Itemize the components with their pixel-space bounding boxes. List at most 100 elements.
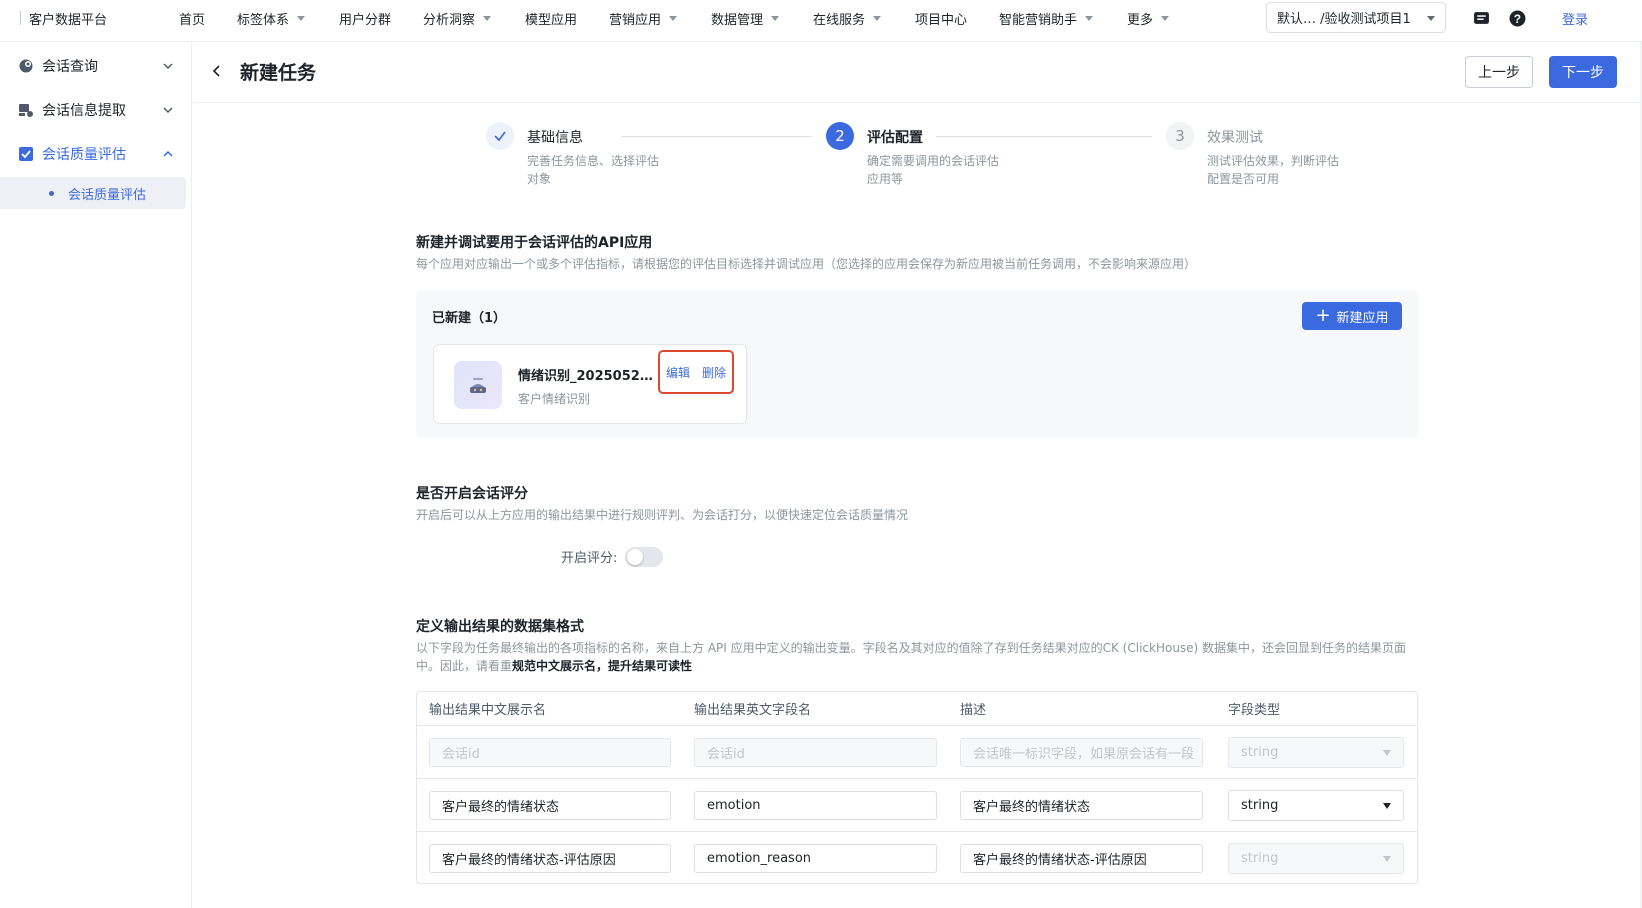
- message-icon[interactable]: [1473, 10, 1490, 27]
- caret-down-icon: [1383, 856, 1391, 862]
- page-header: 新建任务 上一步 下一步: [193, 42, 1642, 103]
- format-section-title: 定义输出结果的数据集格式: [416, 619, 584, 635]
- nav-item-data-mgmt[interactable]: 数据管理: [711, 0, 780, 36]
- score-toggle[interactable]: [625, 547, 663, 567]
- step-2-title: 评估配置: [867, 130, 923, 146]
- desc-field[interactable]: 客户最终的情绪状态-评估原因: [960, 844, 1203, 873]
- sidebar-subitem-quality-eval[interactable]: 会话质量评估: [0, 177, 186, 209]
- chevron-down-icon: [1427, 16, 1435, 21]
- format-desc-line1: 以下字段为任务最终输出的各项指标的名称，来自上方 API 应用中定义的输出变量。…: [416, 641, 1407, 655]
- table-row: 客户最终的情绪状态-评估原因 emotion_reason 客户最终的情绪状态-…: [417, 831, 1417, 884]
- sidebar-item-label: 会话信息提取: [42, 103, 126, 119]
- project-select[interactable]: 默认… /验收测试项目1: [1266, 2, 1446, 33]
- type-select: string: [1228, 843, 1404, 874]
- sidebar-item-quality-eval[interactable]: 会话质量评估: [0, 134, 186, 174]
- chevron-up-icon: [163, 150, 173, 157]
- chevron-down-icon: [873, 15, 882, 21]
- step-3-number: 3: [1166, 122, 1194, 150]
- extract-icon: [19, 104, 33, 117]
- step-3-title: 效果测试: [1207, 130, 1263, 146]
- en-name-field: 会话id: [694, 738, 937, 767]
- desc-field[interactable]: 客户最终的情绪状态: [960, 791, 1203, 820]
- cn-name-field[interactable]: 客户最终的情绪状态-评估原因: [429, 844, 671, 873]
- score-toggle-label: 开启评分:: [561, 551, 618, 566]
- en-name-field[interactable]: emotion: [694, 791, 937, 820]
- sidebar-item-info-extract[interactable]: 会话信息提取: [0, 90, 186, 130]
- type-select: string: [1228, 737, 1404, 768]
- chevron-down-icon: [297, 15, 306, 21]
- sidebar-item-chat-query[interactable]: 会话查询: [0, 46, 186, 86]
- type-select-value: string: [1241, 798, 1279, 813]
- delete-app-link[interactable]: 删除: [702, 364, 726, 381]
- format-section-desc: 以下字段为任务最终输出的各项指标的名称，来自上方 API 应用中定义的输出变量。…: [416, 639, 1418, 675]
- plus-icon: +: [1315, 305, 1331, 326]
- chat-query-icon: [19, 59, 33, 73]
- sidebar-item-label: 会话质量评估: [42, 147, 126, 163]
- nav-item-home[interactable]: 首页: [179, 0, 205, 36]
- format-desc-emphasis: 规范中文展示名，提升结果可读性: [512, 659, 693, 673]
- nav-item-insights[interactable]: 分析洞察: [423, 0, 492, 36]
- desc-field: 会话唯一标识字段，如果原会话有一段: [960, 738, 1203, 767]
- app-card[interactable]: 情绪识别_20250526_… 客户情绪识别 编辑 删除: [433, 344, 747, 424]
- help-icon[interactable]: ?: [1509, 10, 1526, 27]
- edit-app-link[interactable]: 编辑: [666, 364, 690, 381]
- bullet-dot: [49, 191, 54, 196]
- nav-item-tags[interactable]: 标签体系: [237, 0, 306, 36]
- created-apps-panel: 已新建（1） + 新建应用 情绪识别_20250526_… 客户情绪识别 编辑 …: [416, 290, 1418, 438]
- top-navbar: 客户数据平台 首页 标签体系 用户分群 分析洞察 模型应用 营销应用 数据管理 …: [0, 0, 1642, 42]
- back-arrow-icon[interactable]: [211, 64, 223, 78]
- score-section-title: 是否开启会话评分: [416, 486, 528, 502]
- nav-item-online-service[interactable]: 在线服务: [813, 0, 882, 36]
- project-select-value: 默认… /验收测试项目1: [1277, 12, 1411, 27]
- table-row: 客户最终的情绪状态 emotion 客户最终的情绪状态 string: [417, 778, 1417, 831]
- sidebar-item-label: 会话查询: [42, 59, 98, 75]
- api-section-title: 新建并调试要用于会话评估的API应用: [416, 235, 653, 251]
- step-connector: [936, 136, 1152, 137]
- nav-item-segments[interactable]: 用户分群: [339, 0, 391, 36]
- nav-item-models[interactable]: 模型应用: [525, 0, 577, 36]
- column-header: 输出结果英文字段名: [694, 703, 812, 718]
- column-header: 字段类型: [1228, 703, 1281, 718]
- chevron-down-icon: [771, 15, 780, 21]
- column-header: 输出结果中文展示名: [429, 703, 547, 718]
- new-app-button[interactable]: + 新建应用: [1302, 302, 1402, 330]
- quality-check-icon: [19, 147, 33, 161]
- cn-name-field: 会话id: [429, 738, 671, 767]
- en-name-field[interactable]: emotion_reason: [694, 844, 937, 873]
- brand-name[interactable]: 客户数据平台: [20, 0, 107, 36]
- prev-step-button[interactable]: 上一步: [1465, 56, 1533, 88]
- chevron-down-icon: [669, 15, 678, 21]
- app-actions-highlight: 编辑 删除: [658, 350, 734, 394]
- nav-item-marketing[interactable]: 营销应用: [609, 0, 678, 36]
- step-1-title: 基础信息: [527, 130, 583, 146]
- app-subtitle: 客户情绪识别: [518, 392, 591, 406]
- cn-name-field[interactable]: 客户最终的情绪状态: [429, 791, 671, 820]
- type-select[interactable]: string: [1228, 790, 1404, 821]
- chevron-down-icon: [163, 107, 173, 114]
- new-app-label: 新建应用: [1336, 310, 1389, 326]
- svg-text:?: ?: [1514, 13, 1521, 26]
- output-fields-table: 输出结果中文展示名 输出结果英文字段名 描述 字段类型 会话id 会话id 会话…: [416, 691, 1418, 884]
- nav-item-projects[interactable]: 项目中心: [915, 0, 967, 36]
- next-step-button[interactable]: 下一步: [1549, 56, 1617, 88]
- type-select-value: string: [1241, 851, 1279, 866]
- robot-icon: [454, 361, 502, 409]
- nav-item-assistant[interactable]: 智能营销助手: [999, 0, 1094, 36]
- created-count-label: 已新建（1）: [432, 311, 507, 326]
- chevron-down-icon: [1085, 15, 1094, 21]
- step-connector: [622, 136, 812, 137]
- chevron-down-icon: [483, 15, 492, 21]
- column-header: 描述: [960, 703, 987, 718]
- sidebar: 会话查询 会话信息提取 会话质量评估 会话质量评估: [0, 42, 192, 908]
- chevron-down-icon: [163, 63, 173, 70]
- api-section-desc: 每个应用对应输出一个或多个评估指标，请根据您的评估目标选择并调试应用（您选择的应…: [416, 257, 1197, 271]
- caret-down-icon: [1383, 750, 1391, 756]
- nav-item-more[interactable]: 更多: [1127, 0, 1170, 36]
- step-2-desc: 确定需要调用的会话评估应用等: [867, 154, 1000, 186]
- login-link[interactable]: 登录: [1562, 0, 1588, 36]
- type-select-value: string: [1241, 745, 1279, 760]
- app-name: 情绪识别_20250526_…: [518, 369, 654, 384]
- step-1-done-icon: [486, 122, 514, 150]
- page-title: 新建任务: [240, 62, 317, 84]
- format-desc-line2: 中。因此，请看重: [416, 659, 513, 673]
